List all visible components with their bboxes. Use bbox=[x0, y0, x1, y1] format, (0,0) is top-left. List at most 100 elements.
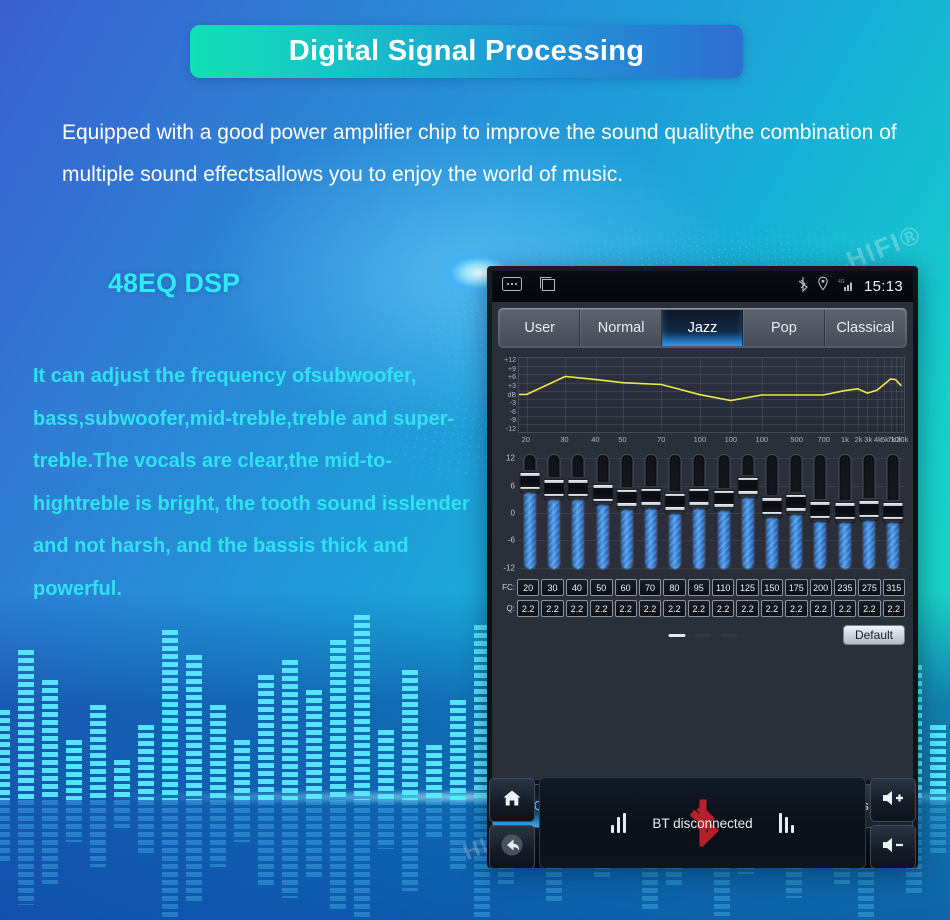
q-value-cell[interactable]: 2.2 bbox=[760, 600, 784, 617]
fc-value-cell[interactable]: 50 bbox=[590, 579, 613, 596]
home-button[interactable] bbox=[489, 778, 535, 822]
fc-value-cell[interactable]: 20 bbox=[517, 579, 540, 596]
eq-slider-band-200[interactable] bbox=[808, 451, 832, 575]
eq-slider-band-50[interactable] bbox=[591, 451, 615, 575]
eq-slider-knob[interactable] bbox=[544, 477, 564, 500]
fc-value-cell[interactable]: 315 bbox=[882, 579, 905, 596]
q-value-cell[interactable]: 2.2 bbox=[809, 600, 832, 617]
q-value-cell[interactable]: 2.2 bbox=[687, 600, 710, 617]
equalizer-bar bbox=[282, 660, 298, 898]
q-value-cell[interactable]: 2.2 bbox=[565, 600, 589, 617]
eq-slider-knob[interactable] bbox=[520, 470, 540, 493]
media-info-panel[interactable]: BT disconnected bbox=[539, 777, 866, 868]
q-value-cell[interactable]: 2.2 bbox=[736, 600, 759, 617]
eq-slider-band-175[interactable] bbox=[784, 451, 808, 575]
eq-slider-track[interactable] bbox=[742, 455, 754, 569]
fc-value-cell[interactable]: 40 bbox=[565, 579, 589, 596]
location-pin-icon bbox=[817, 276, 829, 297]
fc-value-cell[interactable]: 150 bbox=[760, 579, 784, 596]
recents-icon[interactable] bbox=[538, 276, 556, 297]
eq-slider-band-235[interactable] bbox=[832, 451, 856, 575]
fc-value-cell[interactable]: 175 bbox=[785, 579, 808, 596]
eq-slider-knob[interactable] bbox=[714, 487, 734, 510]
eq-slider-track[interactable] bbox=[572, 455, 584, 569]
eq-slider-track[interactable] bbox=[621, 455, 633, 569]
eq-slider-knob[interactable] bbox=[617, 486, 637, 509]
q-value-cell[interactable]: 2.2 bbox=[882, 600, 905, 617]
page-dot-1[interactable] bbox=[668, 633, 685, 637]
eq-slider-knob[interactable] bbox=[738, 474, 758, 497]
eq-slider-track[interactable] bbox=[645, 455, 657, 569]
graph-x-tick: 500 bbox=[790, 435, 803, 444]
q-value-cell[interactable]: 2.2 bbox=[614, 600, 637, 617]
eq-slider-band-30[interactable] bbox=[542, 451, 566, 575]
eq-slider-band-40[interactable] bbox=[566, 451, 590, 575]
eq-preset-tab-jazz[interactable]: Jazz bbox=[661, 310, 744, 346]
page-dot-3[interactable] bbox=[720, 633, 737, 637]
eq-preset-tab-normal[interactable]: Normal bbox=[580, 310, 662, 346]
eq-slider-band-125[interactable] bbox=[736, 451, 760, 575]
fc-value-cell[interactable]: 275 bbox=[858, 579, 881, 596]
eq-slider-band-70[interactable] bbox=[639, 451, 663, 575]
q-value-cell[interactable]: 2.2 bbox=[541, 600, 564, 617]
eq-slider-knob[interactable] bbox=[762, 495, 782, 518]
fc-value-cell[interactable]: 80 bbox=[663, 579, 686, 596]
eq-slider-knob[interactable] bbox=[641, 485, 661, 508]
q-value-cell[interactable]: 2.2 bbox=[785, 600, 808, 617]
eq-slider-knob[interactable] bbox=[810, 499, 830, 522]
eq-slider-band-150[interactable] bbox=[760, 451, 784, 575]
eq-slider-band-95[interactable] bbox=[687, 451, 711, 575]
eq-slider-band-60[interactable] bbox=[615, 451, 639, 575]
eq-slider-knob[interactable] bbox=[786, 491, 806, 514]
eq-slider-knob[interactable] bbox=[593, 482, 613, 504]
fc-value-cell[interactable]: 95 bbox=[687, 579, 710, 596]
eq-slider-track[interactable] bbox=[718, 455, 730, 569]
page-indicator[interactable] bbox=[668, 633, 737, 637]
fc-value-cell[interactable]: 60 bbox=[614, 579, 637, 596]
q-value-cell[interactable]: 2.2 bbox=[590, 600, 613, 617]
eq-slider-knob[interactable] bbox=[859, 498, 879, 521]
fc-value-cell[interactable]: 30 bbox=[541, 579, 564, 596]
fc-value-cell[interactable]: 235 bbox=[833, 579, 857, 596]
eq-slider-band-315[interactable] bbox=[881, 451, 905, 575]
q-value-cell[interactable]: 2.2 bbox=[712, 600, 735, 617]
eq-slider-band-275[interactable] bbox=[857, 451, 881, 575]
fc-value-cell[interactable]: 70 bbox=[638, 579, 662, 596]
left-hardkey-stack bbox=[489, 778, 535, 868]
eq-preset-tab-user[interactable]: User bbox=[500, 310, 581, 346]
eq-slider-knob[interactable] bbox=[568, 477, 588, 500]
equalizer-bar bbox=[930, 725, 946, 853]
eq-preset-tab-pop[interactable]: Pop bbox=[743, 310, 825, 346]
eq-band-sliders[interactable]: 12 6 0 -6 -12 bbox=[500, 451, 905, 575]
q-value-cell[interactable]: 2.2 bbox=[663, 600, 686, 617]
eq-slider-band-20[interactable] bbox=[518, 451, 542, 575]
slider-track-row[interactable] bbox=[518, 451, 905, 575]
bluetooth-icon bbox=[798, 276, 808, 297]
q-value-cell[interactable]: 2.2 bbox=[638, 600, 662, 617]
menu-dots-icon[interactable] bbox=[502, 277, 522, 296]
volume-up-button[interactable] bbox=[870, 778, 916, 822]
page-dot-2[interactable] bbox=[694, 633, 711, 637]
fc-value-cell[interactable]: 125 bbox=[736, 579, 759, 596]
eq-preset-tabs[interactable]: User Normal Jazz Pop Classical bbox=[498, 308, 907, 348]
eq-preset-tab-classical[interactable]: Classical bbox=[824, 310, 906, 346]
eq-slider-knob[interactable] bbox=[665, 490, 685, 513]
eq-slider-track[interactable] bbox=[548, 455, 560, 569]
eq-slider-band-80[interactable] bbox=[663, 451, 687, 575]
fc-value-cell[interactable]: 200 bbox=[809, 579, 832, 596]
eq-slider-knob[interactable] bbox=[689, 485, 709, 508]
default-button[interactable]: Default bbox=[842, 625, 905, 645]
q-value-cell[interactable]: 2.2 bbox=[833, 600, 857, 617]
back-button[interactable] bbox=[489, 825, 535, 868]
graph-gridline-v bbox=[901, 358, 903, 432]
eq-slider-knob[interactable] bbox=[835, 500, 855, 523]
volume-down-button[interactable] bbox=[870, 825, 916, 868]
eq-slider-track[interactable] bbox=[597, 455, 609, 569]
eq-slider-knob[interactable] bbox=[883, 500, 903, 523]
fc-value-cell[interactable]: 110 bbox=[712, 579, 735, 596]
q-value-cell[interactable]: 2.2 bbox=[517, 600, 540, 617]
q-value-cell[interactable]: 2.2 bbox=[858, 600, 881, 617]
eq-slider-track[interactable] bbox=[693, 455, 705, 569]
slider-scale-labels: 12 6 0 -6 -12 bbox=[500, 451, 518, 575]
eq-slider-band-110[interactable] bbox=[712, 451, 736, 575]
